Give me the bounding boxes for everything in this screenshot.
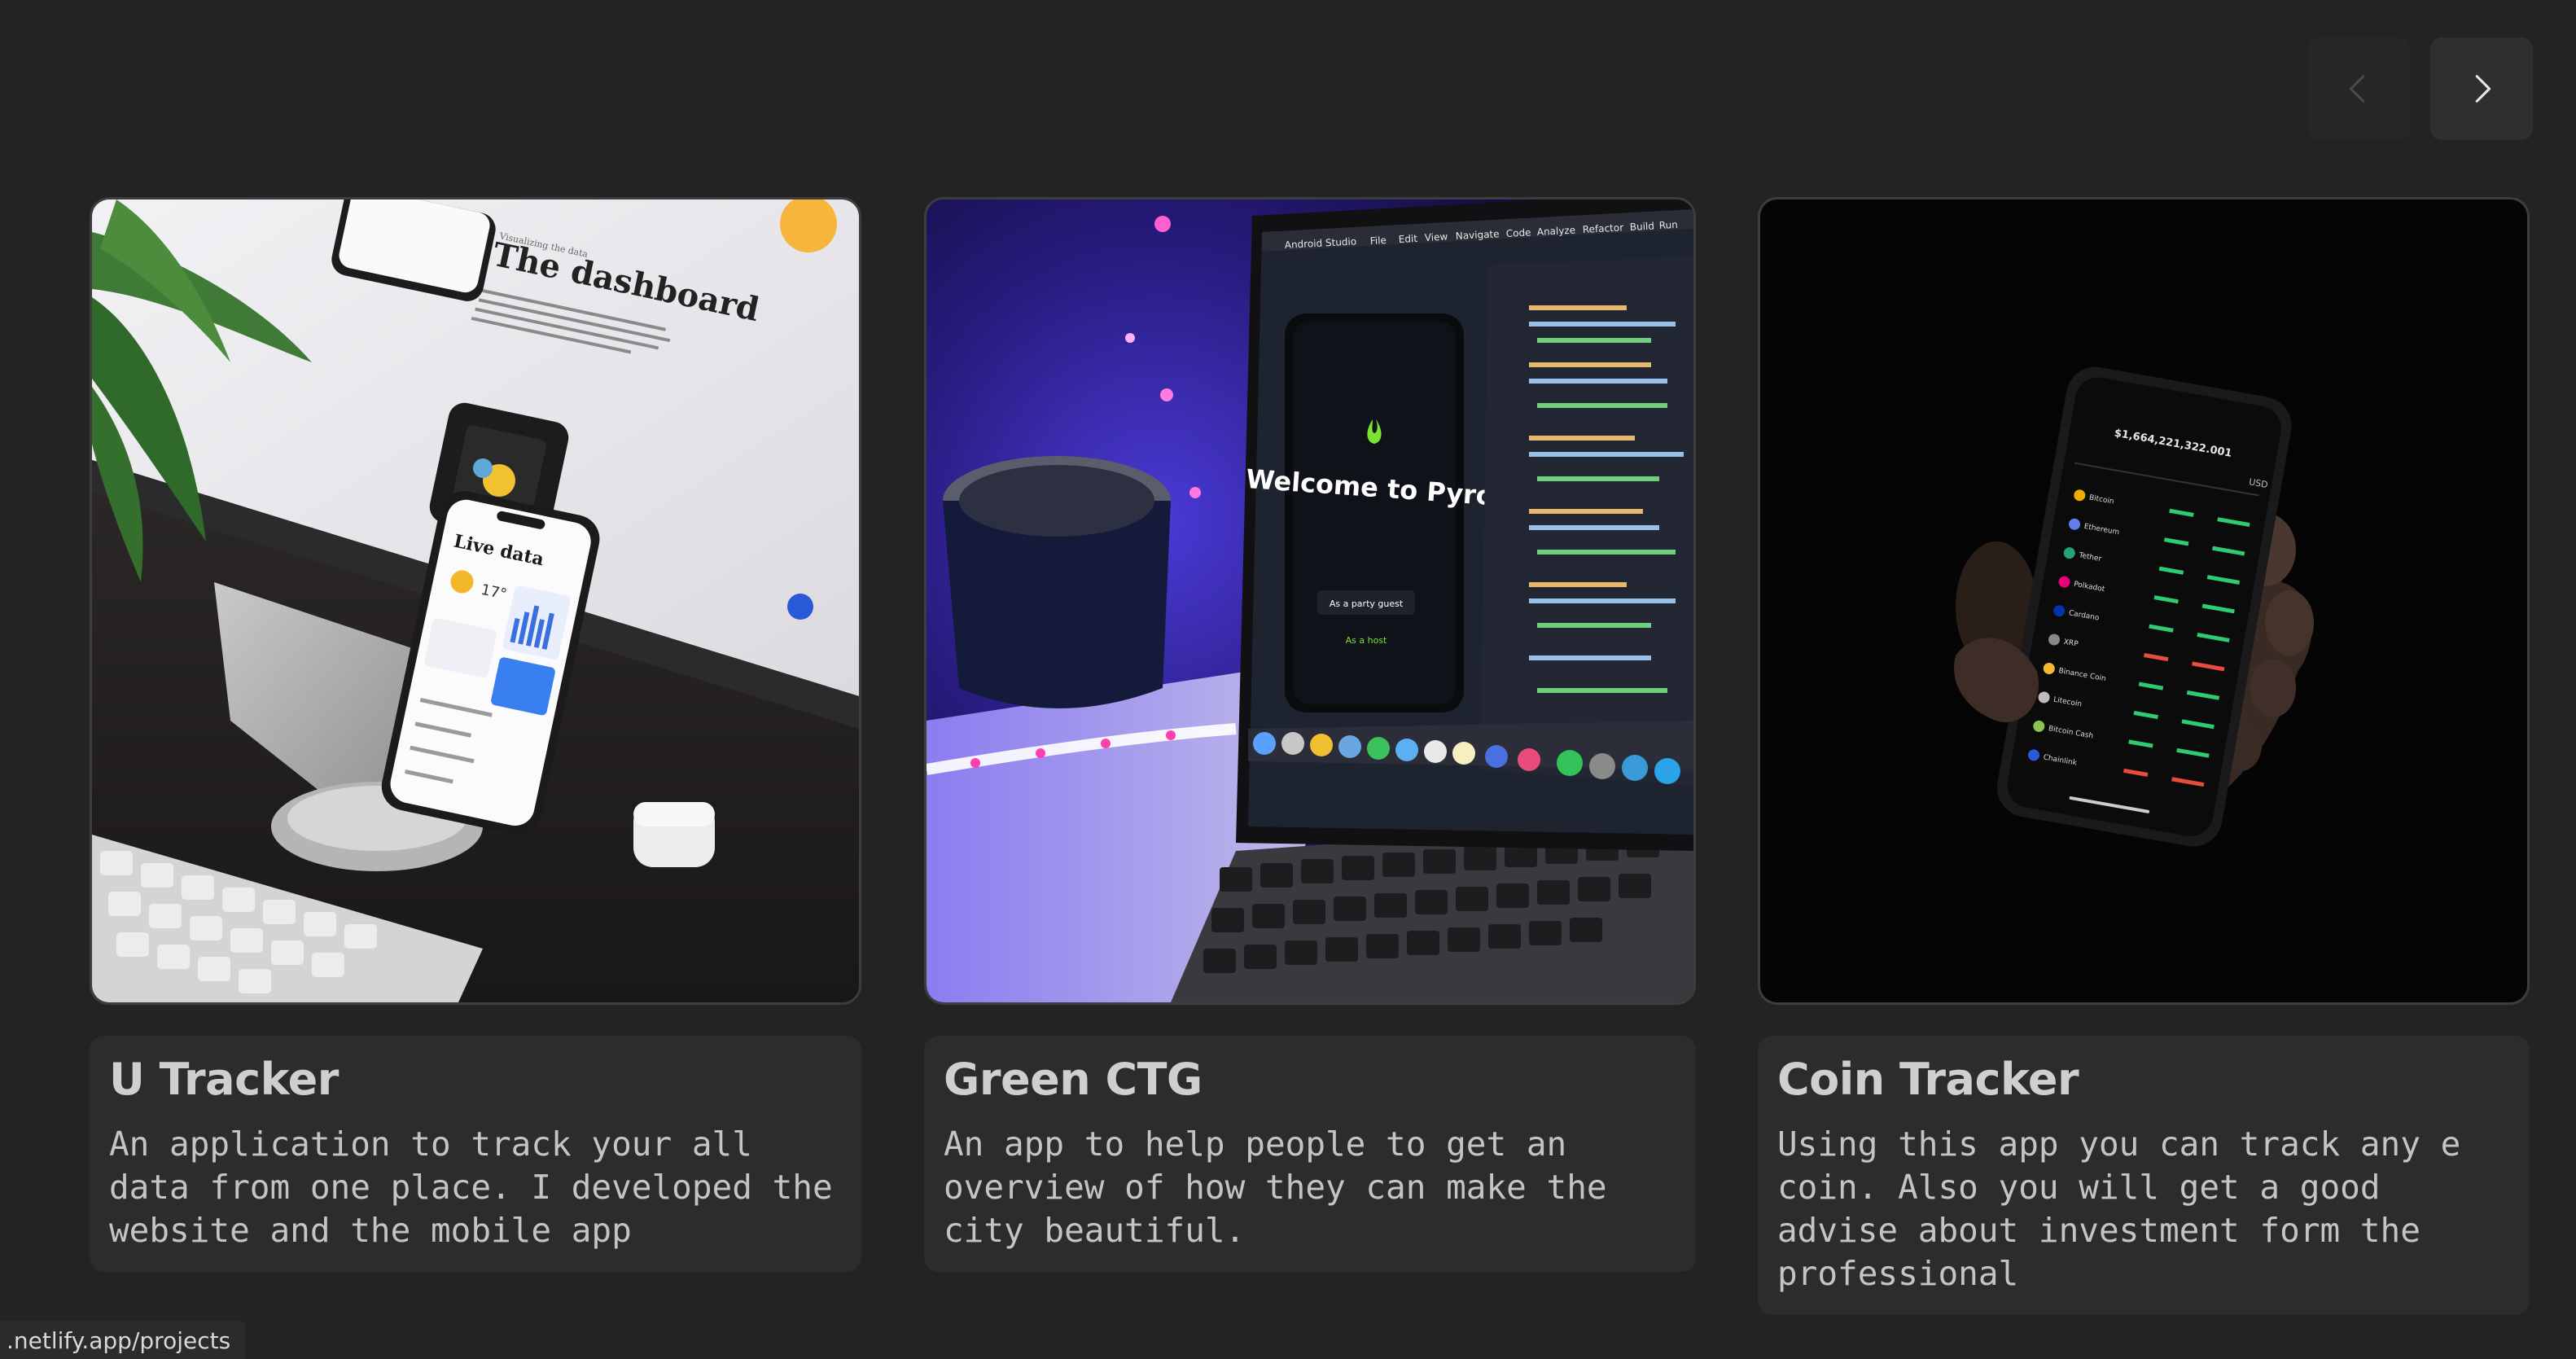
menubar-edit: Edit — [1398, 233, 1417, 245]
chevron-right-icon — [2475, 75, 2491, 103]
project-image-coin-tracker[interactable]: $1,664,221,322.001 USD Bitcoin Ethereum … — [1758, 197, 2530, 1005]
project-description: An application to track your all data fr… — [109, 1124, 833, 1250]
desk-dashboard-photo: Visualizing the data The dashboard Live … — [92, 199, 859, 1002]
emulator-guest-button: As a party guest — [1330, 598, 1404, 609]
menubar-file: File — [1369, 235, 1387, 247]
chevron-left-icon — [2349, 75, 2365, 103]
project-card-u-tracker[interactable]: Visualizing the data The dashboard Live … — [90, 197, 861, 1272]
project-title[interactable]: U Tracker — [109, 1054, 842, 1105]
menubar-refactor: Refactor — [1582, 221, 1623, 235]
menubar-run: Run — [1658, 219, 1678, 231]
link-preview-status: .netlify.app/projects — [0, 1321, 246, 1359]
menubar-build: Build — [1629, 220, 1654, 233]
project-card-green-ctg[interactable]: Android Studio File Edit View Navigate C… — [924, 197, 1696, 1272]
project-description: An app to help people to get an overview… — [944, 1124, 1607, 1250]
project-card-coin-tracker[interactable]: $1,664,221,322.001 USD Bitcoin Ethereum … — [1758, 197, 2530, 1315]
project-image-green-ctg[interactable]: Android Studio File Edit View Navigate C… — [924, 197, 1696, 1005]
emulator-host-button: As a host — [1346, 635, 1387, 646]
menubar-view: View — [1424, 231, 1448, 243]
project-image-u-tracker[interactable]: Visualizing the data The dashboard Live … — [90, 197, 861, 1005]
project-info-u-tracker: U Tracker An application to track your a… — [90, 1036, 861, 1272]
menubar-analyze: Analyze — [1536, 225, 1575, 238]
carousel-prev-button[interactable] — [2307, 37, 2410, 140]
project-info-green-ctg: Green CTG An app to help people to get a… — [924, 1036, 1696, 1272]
carousel-next-button[interactable] — [2430, 37, 2533, 140]
hand-holding-phone-photo: $1,664,221,322.001 USD Bitcoin Ethereum … — [1760, 199, 2527, 1002]
projects-page: Visualizing the data The dashboard Live … — [0, 0, 2576, 1359]
project-title[interactable]: Coin Tracker — [1777, 1054, 2510, 1105]
menubar-navigate: Navigate — [1455, 228, 1499, 242]
project-info-coin-tracker: Coin Tracker Using this app you can trac… — [1758, 1036, 2530, 1315]
menubar-code: Code — [1505, 226, 1531, 239]
project-title[interactable]: Green CTG — [944, 1054, 1676, 1105]
project-description: Using this app you can track any e coin.… — [1777, 1124, 2461, 1293]
laptop-android-studio-photo: Android Studio File Edit View Navigate C… — [927, 199, 1693, 1002]
